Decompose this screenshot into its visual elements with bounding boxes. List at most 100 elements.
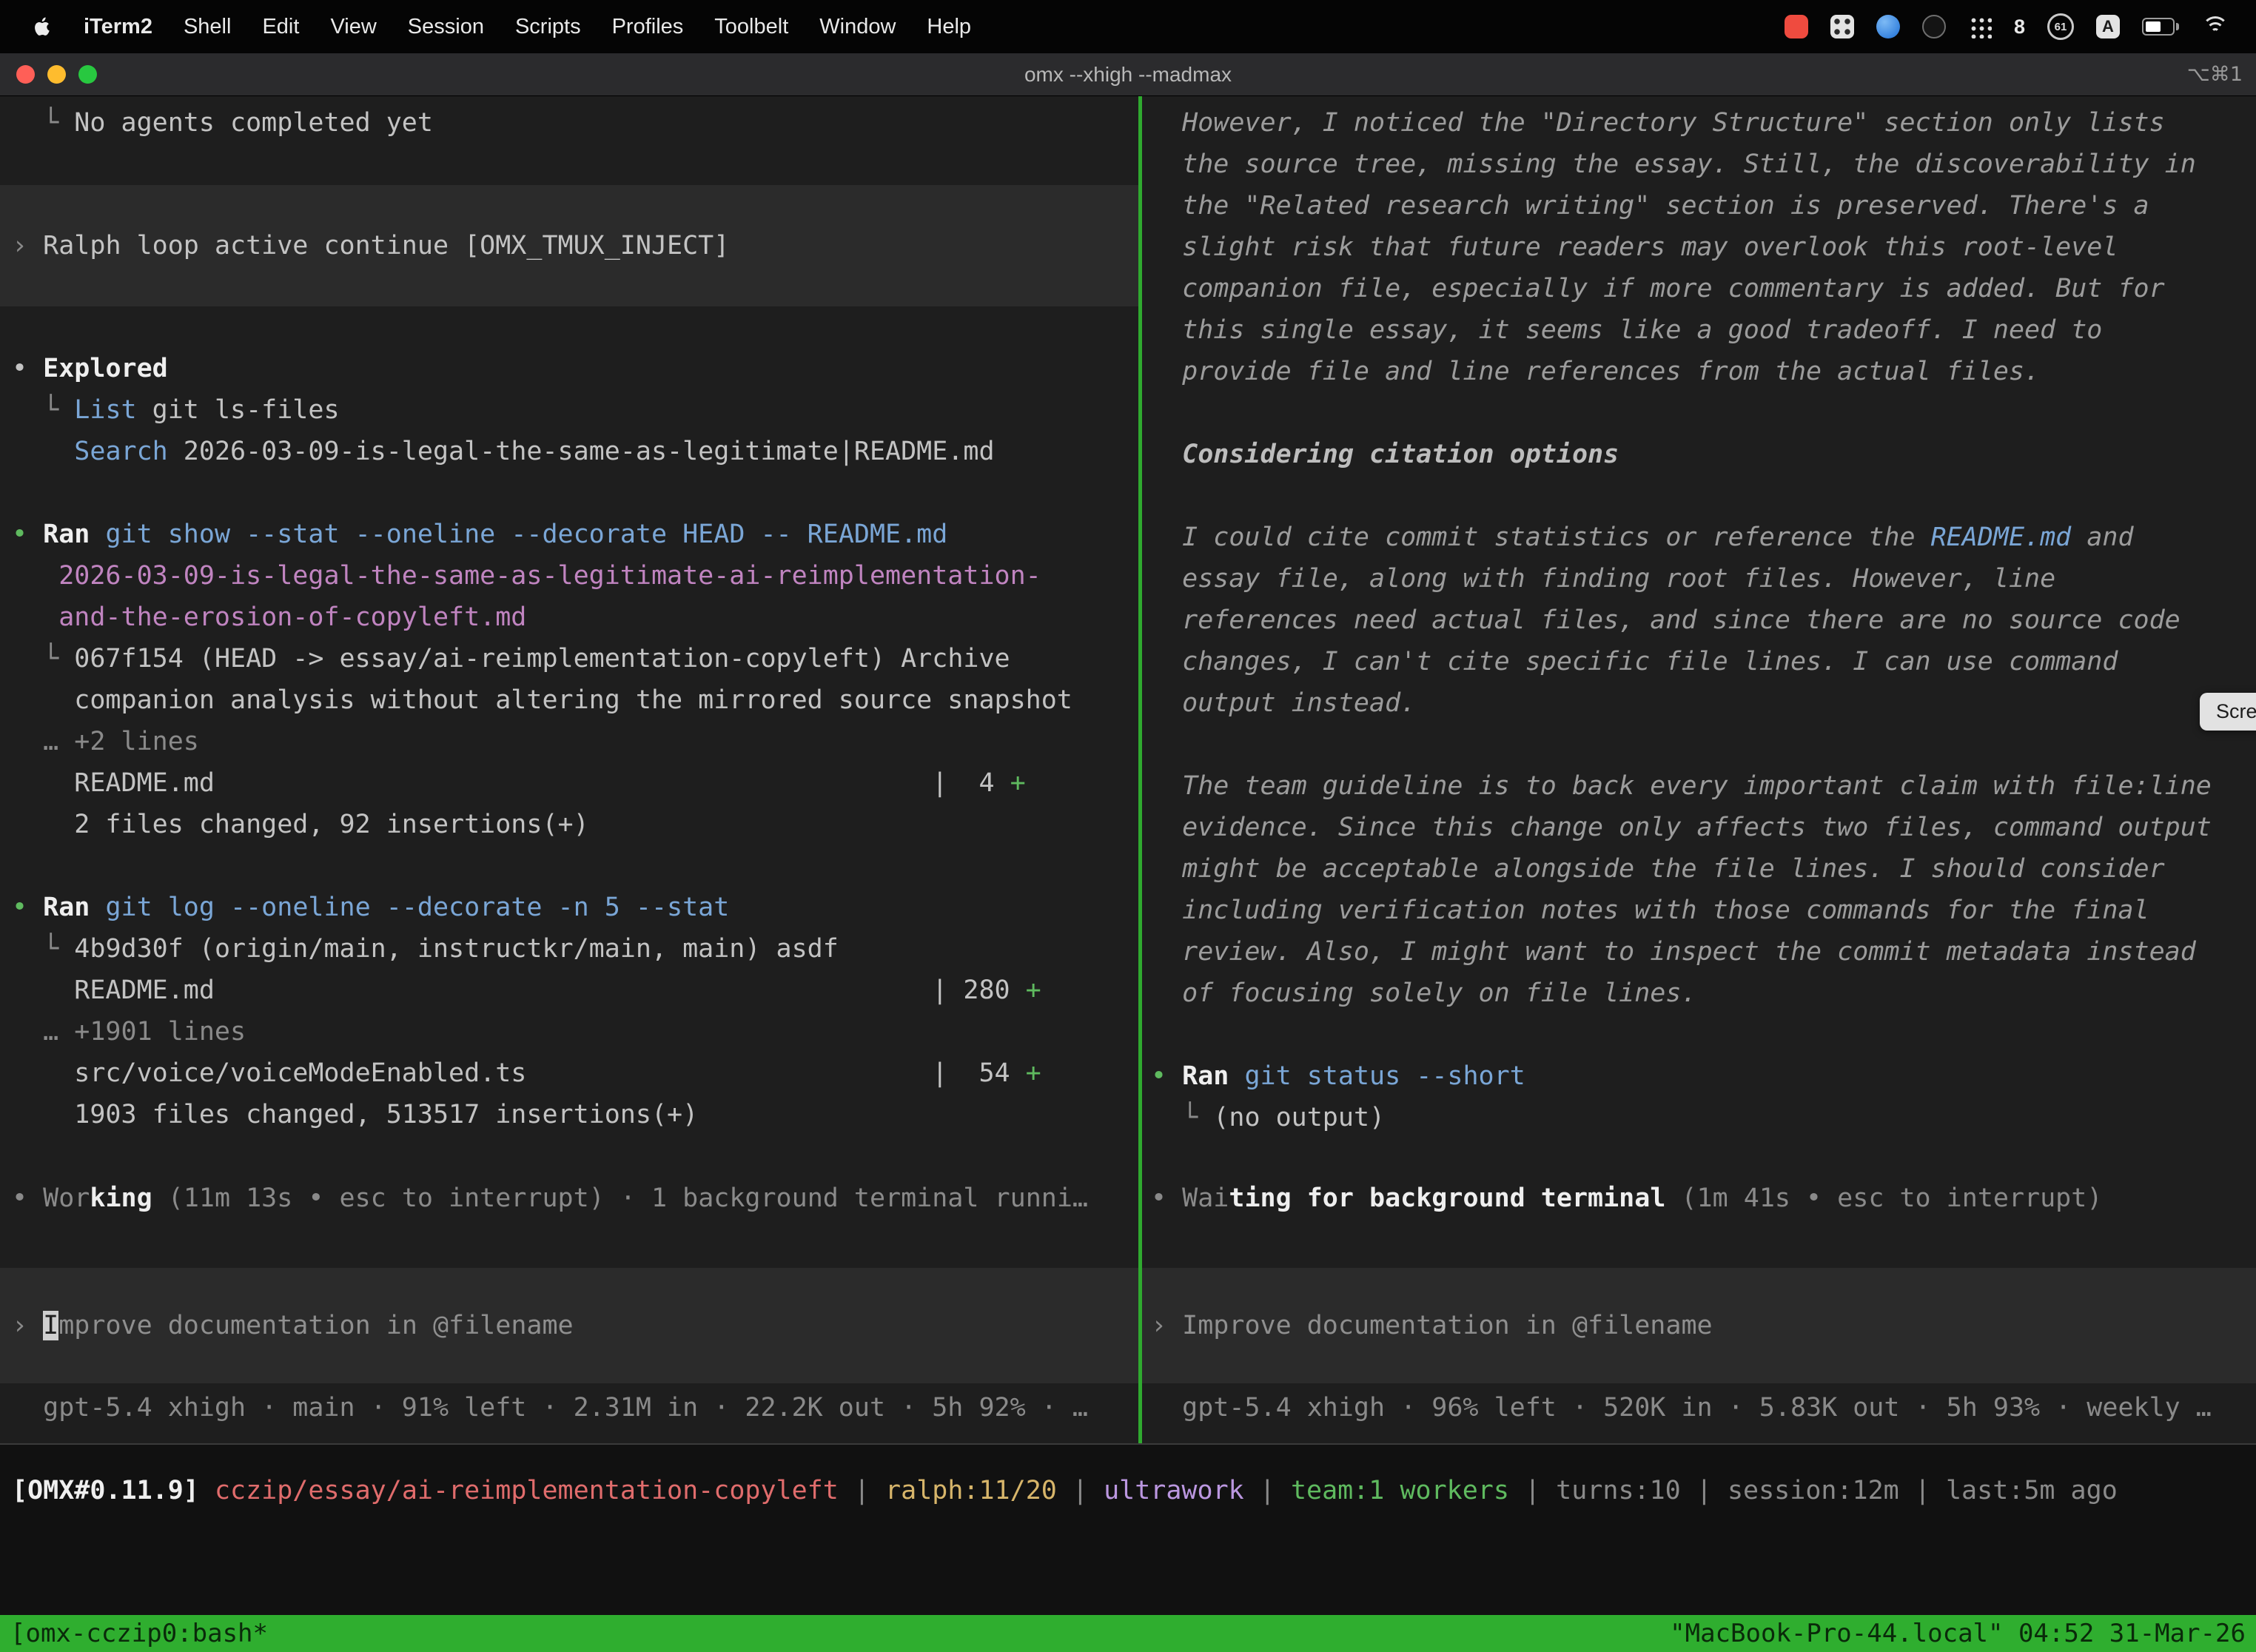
terminal-line bbox=[1142, 475, 2256, 517]
text-segment bbox=[90, 893, 105, 922]
left-working-status: • Working (11m 13s • esc to interrupt) ·… bbox=[0, 1178, 1138, 1219]
terminal-line: 2 files changed, 92 insertions(+) bbox=[0, 804, 1138, 845]
terminal-line: … +2 lines bbox=[0, 721, 1138, 762]
text-segment: + bbox=[1026, 976, 1041, 1005]
right-agent-pane: However, I noticed the "Directory Struct… bbox=[1142, 96, 2256, 1443]
menu-scripts[interactable]: Scripts bbox=[500, 15, 597, 39]
text-segment: of focusing solely on file lines. bbox=[1151, 978, 1697, 1008]
menu-shell[interactable]: Shell bbox=[168, 15, 247, 39]
terminal-line: including verification notes with those … bbox=[1142, 890, 2256, 931]
menu-iterm2[interactable]: iTerm2 bbox=[68, 15, 168, 39]
text-segment: └ bbox=[12, 395, 74, 425]
text-segment: The team guideline is to back every impo… bbox=[1151, 771, 2212, 801]
menu-toolbelt[interactable]: Toolbelt bbox=[699, 15, 804, 39]
text-segment: Explored bbox=[43, 354, 168, 383]
text-segment: [OMX#0.11.9] bbox=[12, 1476, 199, 1505]
terminal-line: Search 2026-03-09-is-legal-the-same-as-l… bbox=[0, 431, 1138, 472]
number-key-icon[interactable]: 8 bbox=[2014, 16, 2025, 38]
left-prompt-input[interactable]: › Improve documentation in @filename bbox=[0, 1268, 1138, 1383]
blue-app-icon[interactable] bbox=[1876, 15, 1900, 38]
terminal-line: evidence. Since this change only affects… bbox=[1142, 807, 2256, 848]
prompt-chevron: › bbox=[12, 1311, 43, 1340]
apple-menu[interactable] bbox=[18, 16, 68, 37]
close-button[interactable] bbox=[16, 65, 35, 84]
terminal-line bbox=[1142, 1014, 2256, 1055]
terminal-line: └ List git ls-files bbox=[0, 389, 1138, 431]
menu-help[interactable]: Help bbox=[911, 15, 987, 39]
text-segment: README.md | 4 bbox=[12, 768, 1010, 798]
menu-profiles[interactable]: Profiles bbox=[597, 15, 699, 39]
text-segment: including verification notes with those … bbox=[1151, 896, 2149, 925]
text-segment: Wai bbox=[1182, 1183, 1229, 1213]
text-segment bbox=[90, 520, 105, 549]
text-segment: └ bbox=[12, 644, 74, 674]
text-segment bbox=[12, 561, 58, 591]
text-segment: team:1 workers bbox=[1291, 1476, 1509, 1505]
dark-app-icon[interactable] bbox=[1922, 15, 1946, 38]
text-segment: 2 files changed, 92 insertions(+) bbox=[12, 810, 589, 839]
text-segment: … +1901 lines bbox=[12, 1017, 246, 1047]
dots-grid-icon[interactable] bbox=[1968, 15, 1992, 38]
terminal-line: • Ran git status --short bbox=[1142, 1055, 2256, 1097]
tmux-status-bar: [omx-cczip0:bash* "MacBook-Pro-44.local"… bbox=[0, 1615, 2256, 1652]
omx-status-bar: [OMX#0.11.9] cczip/essay/ai-reimplementa… bbox=[0, 1445, 2256, 1511]
terminal-line: README.md | 280 + bbox=[0, 970, 1138, 1011]
wifi-icon[interactable] bbox=[2201, 16, 2229, 37]
battery-icon[interactable] bbox=[2142, 18, 2179, 36]
text-segment: List bbox=[74, 395, 136, 425]
terminal-line: I could cite commit statistics or refere… bbox=[1142, 517, 2256, 558]
apple-logo-icon bbox=[33, 16, 53, 37]
terminal-line: companion file, especially if more comme… bbox=[1142, 268, 2256, 309]
terminal-line: The team guideline is to back every impo… bbox=[1142, 765, 2256, 807]
text-segment: › bbox=[1151, 1311, 1182, 1340]
menu-edit[interactable]: Edit bbox=[246, 15, 315, 39]
minimize-button[interactable] bbox=[47, 65, 66, 84]
terminal-line: this single essay, it seems like a good … bbox=[1142, 309, 2256, 351]
right-pane-footer: • Waiting for background terminal (1m 41… bbox=[1142, 1178, 2256, 1443]
terminal-line: └ (no output) bbox=[1142, 1097, 2256, 1138]
text-segment: 2026-03-09-is-legal-the-same-as-legitima… bbox=[58, 561, 1041, 591]
text-segment: + bbox=[1026, 1058, 1041, 1088]
text-segment bbox=[1229, 1061, 1244, 1091]
text-segment: src/voice/voiceModeEnabled.ts | 54 bbox=[12, 1058, 1026, 1088]
terminal-line: • Explored bbox=[0, 348, 1138, 389]
menu-view[interactable]: View bbox=[315, 15, 392, 39]
ralph-loop-banner-text: › Ralph loop active continue [OMX_TMUX_I… bbox=[0, 225, 1138, 266]
text-segment: └ bbox=[12, 934, 74, 964]
text-segment: Improve documentation in @filename bbox=[1182, 1311, 1712, 1340]
menu-window[interactable]: Window bbox=[804, 15, 911, 39]
zoom-button[interactable] bbox=[78, 65, 97, 84]
text-segment bbox=[199, 1476, 215, 1505]
text-segment bbox=[12, 437, 74, 466]
keyboard-grid-icon[interactable] bbox=[1830, 15, 1854, 38]
screen-share-tooltip[interactable]: Scre bbox=[2200, 693, 2256, 731]
text-segment: the "Related research writing" section i… bbox=[1151, 191, 2149, 221]
text-segment: review. Also, I might want to inspect th… bbox=[1151, 937, 2196, 967]
text-segment: companion file, especially if more comme… bbox=[1151, 274, 2165, 303]
terminal-line: └ 067f154 (HEAD -> essay/ai-reimplementa… bbox=[0, 638, 1138, 679]
terminal-line: 2026-03-09-is-legal-the-same-as-legitima… bbox=[0, 555, 1138, 597]
percent-badge-icon[interactable]: 61 bbox=[2047, 13, 2074, 40]
text-segment: provide file and line references from th… bbox=[1151, 357, 2040, 386]
terminal-line: slight risk that future readers may over… bbox=[1142, 226, 2256, 268]
tmux-window-tab[interactable]: [omx-cczip0:bash* bbox=[10, 1619, 268, 1648]
ralph-loop-banner: › Ralph loop active continue [OMX_TMUX_I… bbox=[0, 185, 1138, 306]
text-segment: (11m 13s • esc to interrupt) bbox=[152, 1183, 605, 1213]
text-segment: and-the-erosion-of-copyleft.md bbox=[58, 602, 526, 632]
text-segment: Ran bbox=[1182, 1061, 1229, 1091]
input-source-icon[interactable]: A bbox=[2096, 15, 2120, 38]
terminal-line: However, I noticed the "Directory Struct… bbox=[1142, 102, 2256, 144]
terminal-line: review. Also, I might want to inspect th… bbox=[1142, 931, 2256, 973]
text-segment: | bbox=[1509, 1476, 1556, 1505]
battery-fill bbox=[2146, 21, 2161, 32]
text-segment: README.md | 280 bbox=[12, 976, 1026, 1005]
terminal-line: src/voice/voiceModeEnabled.ts | 54 + bbox=[0, 1052, 1138, 1094]
text-segment: git status --short bbox=[1244, 1061, 1525, 1091]
right-prompt-input[interactable]: › Improve documentation in @filename bbox=[1142, 1268, 2256, 1383]
terminal-line: changes, I can't cite specific file line… bbox=[1142, 641, 2256, 682]
menu-session[interactable]: Session bbox=[392, 15, 500, 39]
omx-status-area: [OMX#0.11.9] cczip/essay/ai-reimplementa… bbox=[0, 1445, 2256, 1615]
screen-recording-icon[interactable] bbox=[1785, 15, 1808, 38]
terminal-line: might be acceptable alongside the file l… bbox=[1142, 848, 2256, 890]
text-segment: might be acceptable alongside the file l… bbox=[1151, 854, 2165, 884]
